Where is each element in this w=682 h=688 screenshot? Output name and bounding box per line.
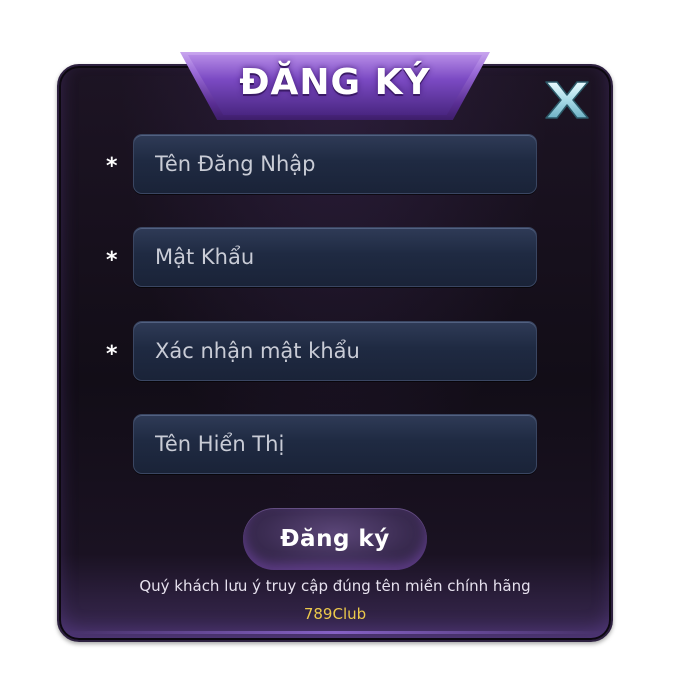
password-field	[133, 227, 537, 287]
required-mark-confirm-password: *	[106, 342, 118, 367]
password-input[interactable]	[134, 228, 536, 286]
register-dialog-stage: ĐĂNG KÝ * * * Đăng ký Quý khách lưu ý t	[0, 0, 682, 688]
display-name-input[interactable]	[134, 415, 536, 473]
register-button[interactable]: Đăng ký	[243, 508, 427, 570]
close-icon	[545, 81, 589, 119]
required-mark-username: *	[106, 154, 118, 179]
username-field	[133, 134, 537, 194]
dialog-title: ĐĂNG KÝ	[239, 62, 431, 103]
required-mark-password: *	[106, 248, 118, 273]
confirm-password-input[interactable]	[134, 322, 536, 380]
close-button[interactable]	[544, 80, 590, 120]
confirm-password-field	[133, 321, 537, 381]
username-input[interactable]	[134, 135, 536, 193]
display-name-field	[133, 414, 537, 474]
official-domain: 789Club	[303, 605, 367, 623]
domain-notice: Quý khách lưu ý truy cập đúng tên miền c…	[139, 577, 531, 595]
